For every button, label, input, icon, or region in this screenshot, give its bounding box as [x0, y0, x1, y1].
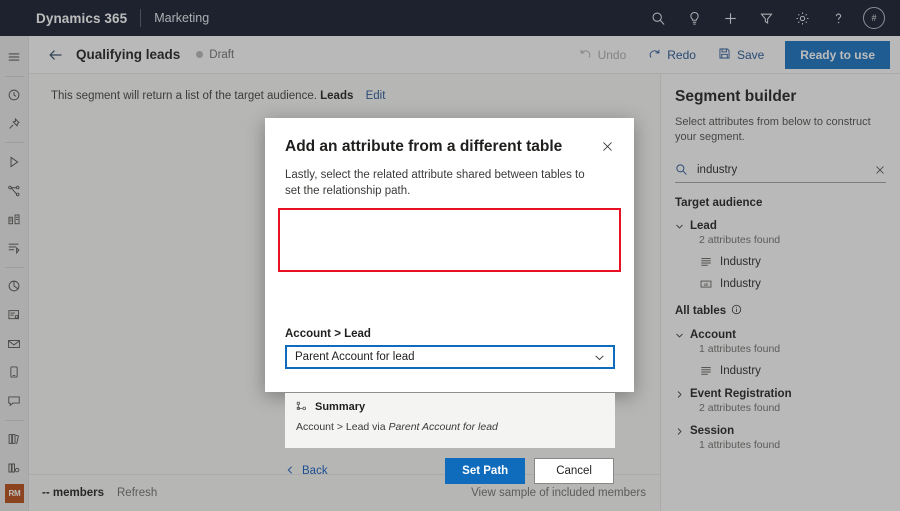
- summary-body: Account > Lead via Parent Account for le…: [296, 421, 615, 433]
- dialog-title: Add an attribute from a different table: [285, 138, 601, 156]
- relationship-dropdown[interactable]: Parent Account for lead: [285, 345, 615, 369]
- dialog-description: Lastly, select the related attribute sha…: [285, 167, 594, 199]
- chevron-left-icon: [285, 465, 295, 478]
- set-path-button[interactable]: Set Path: [445, 458, 525, 484]
- dialog-actions: Set Path Cancel: [445, 458, 614, 484]
- relationship-icon: [296, 401, 308, 413]
- add-attribute-dialog: Add an attribute from a different table …: [265, 118, 634, 392]
- back-button[interactable]: Back: [285, 465, 328, 478]
- summary-via-value: Parent Account for lead: [389, 421, 498, 433]
- app-root: Dynamics 365 Marketing #: [0, 0, 900, 511]
- summary-header: Summary: [285, 393, 615, 413]
- summary-panel: Summary Account > Lead via Parent Accoun…: [285, 393, 615, 448]
- summary-path: Account > Lead via: [296, 421, 386, 433]
- close-icon[interactable]: [601, 140, 614, 153]
- highlight-annotation: [278, 208, 621, 272]
- relationship-field-label: Account > Lead: [285, 328, 371, 340]
- back-label: Back: [302, 465, 328, 477]
- summary-title: Summary: [315, 401, 365, 413]
- chevron-down-icon: [594, 352, 605, 363]
- cancel-button[interactable]: Cancel: [534, 458, 614, 484]
- dialog-header: Add an attribute from a different table: [265, 118, 634, 156]
- dialog-footer: Back Set Path Cancel: [265, 458, 634, 484]
- relationship-dropdown-value: Parent Account for lead: [295, 351, 594, 363]
